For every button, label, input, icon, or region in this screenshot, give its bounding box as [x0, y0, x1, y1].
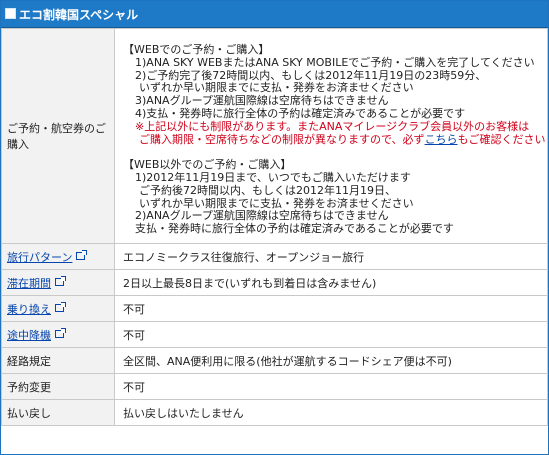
other-step-3: 支払・発券時に旅行全体の予約は確定済みであることが必要です [135, 222, 454, 236]
web-purchase-heading: 【WEBでのご予約・ご購入】 [123, 43, 270, 56]
transfer-link[interactable]: 乗り換え [7, 303, 51, 316]
external-window-icon[interactable] [55, 327, 66, 338]
transfer-label-cell: 乗り換え [1, 295, 115, 322]
table-row: 乗り換え 不可 [1, 295, 548, 322]
booking-change-value: 不可 [114, 373, 548, 400]
table-row: 予約変更 不可 [1, 373, 548, 400]
route-rule-value: 全区間、ANA便利用に限る(他社が運航するコードシェア便は不可) [114, 347, 548, 374]
web-step-4: 4)支払・発券時に旅行全体の予約は確定済みであることが必要です [135, 106, 466, 120]
route-rule-label: 経路規定 [1, 347, 115, 374]
other-step-1-cont: ご予約後72時間以内、もしくは2012年11月19日、 [139, 183, 396, 197]
external-window-icon[interactable] [55, 275, 66, 286]
stay-period-link[interactable]: 滞在期間 [7, 277, 51, 290]
stopover-label-cell: 途中降機 [1, 321, 115, 348]
purchase-label: ご予約・航空券のご 購入 [1, 28, 115, 244]
table-row: 滞在期間 2日以上最長8日まで(いずれも到着日は含みません) [1, 269, 548, 296]
square-bullet-icon [5, 8, 16, 19]
web-step-1: 1)ANA SKY WEBまたはANA SKY MOBILEでご予約・ご購入を完… [135, 55, 535, 69]
transfer-value: 不可 [114, 295, 548, 322]
notice-line-2: ご購入期限・空席待ちなどの制限が異なりますので、必ずこちらもご確認ください [123, 132, 547, 147]
table-row: 旅行パターン エコノミークラス往復旅行、オープンジョー旅行 [1, 243, 548, 270]
travel-pattern-label: 旅行パターン [7, 250, 73, 264]
table-row: 払い戻し 払い戻しはいたしません [1, 399, 548, 426]
panel-header: エコ割韓国スペシャル [1, 1, 548, 28]
table-row: ご予約・航空券のご 購入 【WEBでのご予約・ご購入】 1)ANA SKY WE… [1, 28, 548, 244]
external-window-icon[interactable] [76, 249, 88, 260]
travel-pattern-value: エコノミークラス往復旅行、オープンジョー旅行 [114, 243, 548, 270]
refund-label: 払い戻し [1, 399, 115, 426]
notice-link[interactable]: こちら [425, 133, 458, 146]
travel-pattern-link[interactable]: 旅行パターン [7, 251, 72, 264]
transfer-label: 乗り換え [7, 302, 51, 316]
stopover-label: 途中降機 [7, 328, 51, 342]
purchase-label-line2: 購入 [7, 138, 29, 151]
purchase-label-line1: ご予約・航空券のご [7, 122, 106, 135]
external-window-icon[interactable] [55, 301, 66, 312]
refund-value: 払い戻しはいたしません [114, 399, 548, 426]
stay-period-label: 滞在期間 [7, 276, 51, 290]
purchase-details: 【WEBでのご予約・ご購入】 1)ANA SKY WEBまたはANA SKY M… [114, 28, 548, 244]
stopover-value: 不可 [114, 321, 548, 348]
stay-period-label-cell: 滞在期間 [1, 269, 115, 296]
table-row: 経路規定 全区間、ANA便利用に限る(他社が運航するコードシェア便は不可) [1, 347, 548, 374]
travel-pattern-label-cell: 旅行パターン [1, 243, 115, 270]
notice-prefix: ご購入期限・空席待ちなどの制限が異なりますので、必ず [139, 132, 425, 146]
notice-suffix: もご確認ください [457, 132, 546, 146]
fare-rules-table: ご予約・航空券のご 購入 【WEBでのご予約・ご購入】 1)ANA SKY WE… [1, 28, 548, 426]
stay-period-value: 2日以上最長8日まで(いずれも到着日は含みません) [114, 269, 548, 296]
table-row: 途中降機 不可 [1, 321, 548, 348]
stopover-link[interactable]: 途中降機 [7, 329, 51, 342]
fare-info-panel: エコ割韓国スペシャル ご予約・航空券のご 購入 【WEBでのご予約・ご購入】 1… [0, 0, 549, 455]
panel-title: エコ割韓国スペシャル [19, 8, 139, 22]
booking-change-label: 予約変更 [1, 373, 115, 400]
other-step-1: 1)2012年11月19日まで、いつでもご購入いただけます [135, 170, 411, 184]
